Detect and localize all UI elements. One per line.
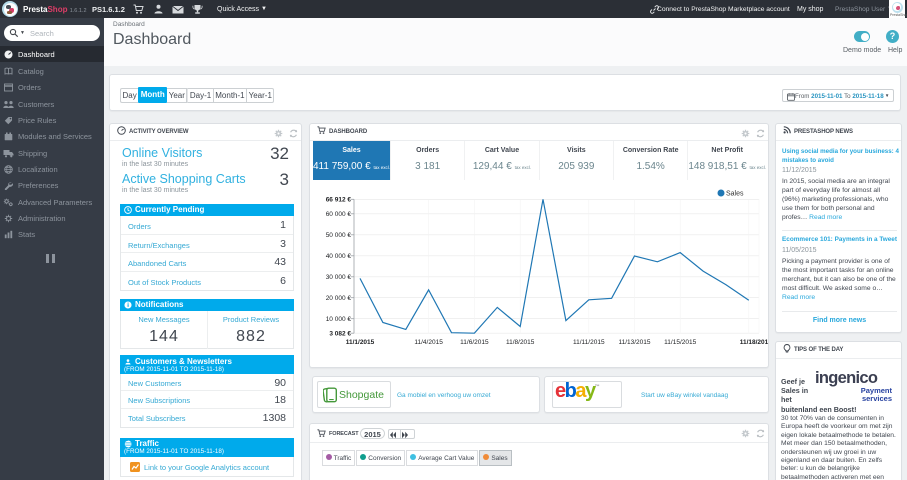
svg-text:Sales: Sales: [726, 191, 744, 198]
svg-text:11/15/2015: 11/15/2015: [664, 339, 696, 346]
svg-text:11/8/2015: 11/8/2015: [506, 339, 535, 346]
svg-text:10 000 €: 10 000 €: [326, 316, 352, 323]
svg-text:11/6/2015: 11/6/2015: [460, 339, 489, 346]
svg-text:60 000 €: 60 000 €: [326, 211, 352, 218]
svg-text:11/18/201: 11/18/201: [740, 339, 769, 346]
svg-text:11/13/2015: 11/13/2015: [618, 339, 650, 346]
svg-text:50 000 €: 50 000 €: [326, 232, 352, 239]
svg-text:30 000 €: 30 000 €: [326, 274, 352, 281]
svg-text:20 000 €: 20 000 €: [326, 295, 352, 302]
svg-text:40 000 €: 40 000 €: [326, 253, 352, 260]
svg-text:66 912 €: 66 912 €: [326, 197, 352, 204]
svg-text:11/11/2015: 11/11/2015: [573, 339, 605, 346]
svg-text:11/1/2015: 11/1/2015: [346, 339, 375, 346]
svg-text:3 082 €: 3 082 €: [329, 330, 351, 337]
svg-text:11/4/2015: 11/4/2015: [414, 339, 443, 346]
